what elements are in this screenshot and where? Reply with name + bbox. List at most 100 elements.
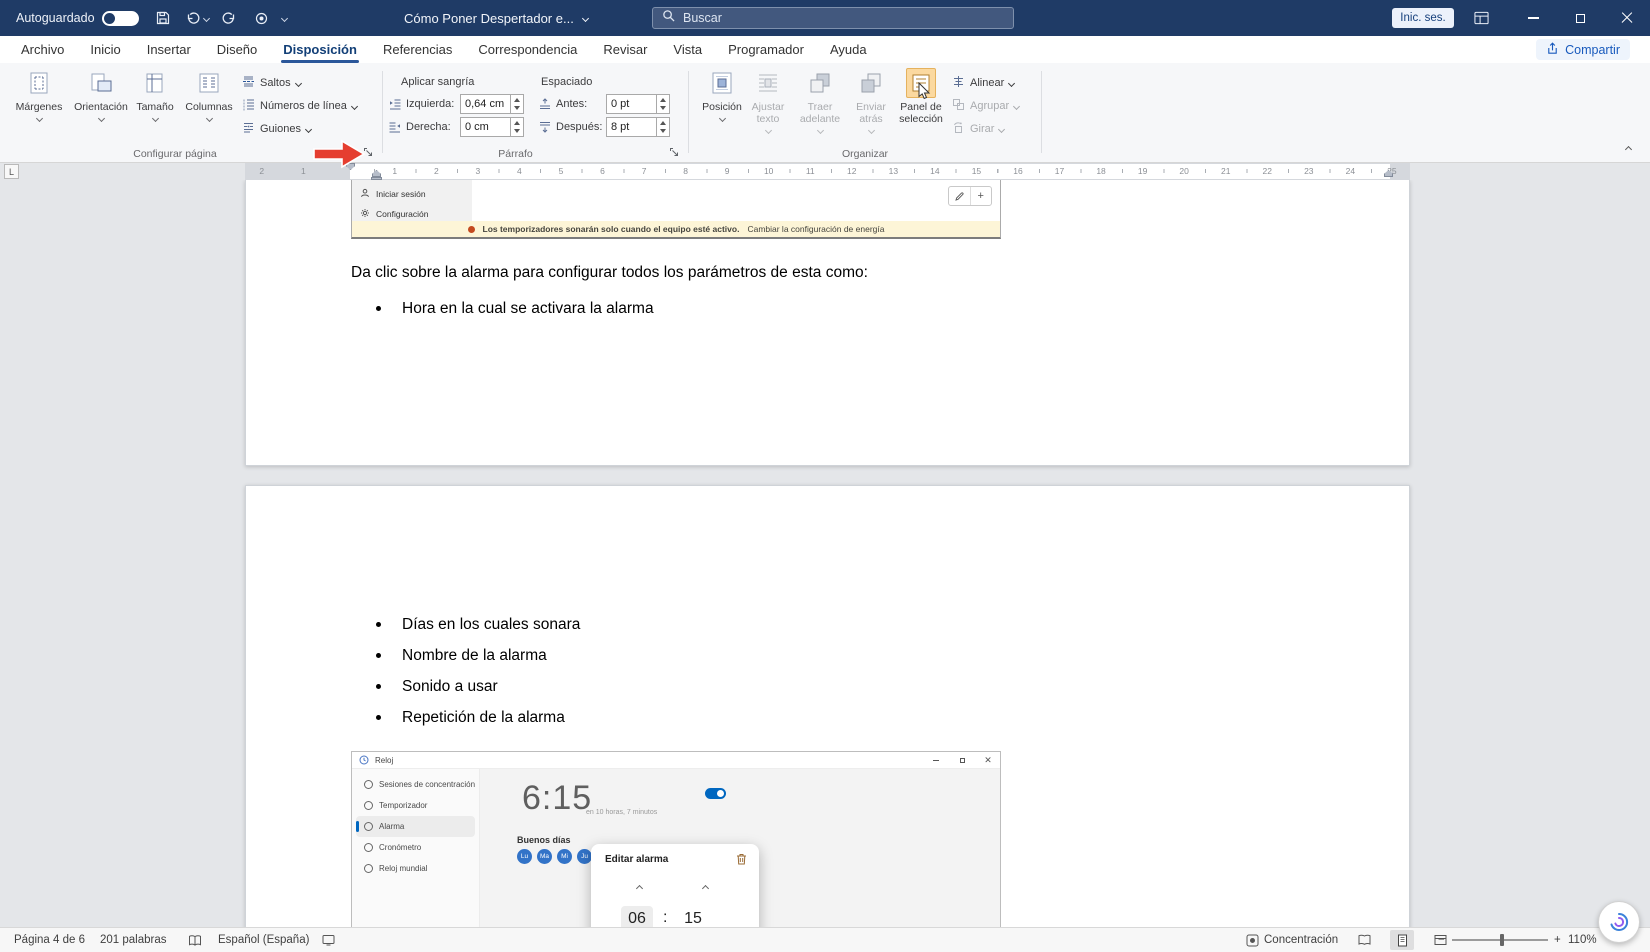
quick-access-icon[interactable] — [248, 0, 274, 36]
ribbon-tab[interactable]: Insertar — [134, 36, 204, 63]
bullet-icon — [376, 622, 381, 627]
group-divider — [1041, 71, 1042, 153]
person-icon — [360, 188, 370, 200]
clock-nav-item: Cronómetro — [356, 837, 475, 858]
columns-icon — [196, 67, 222, 99]
ribbon-display-options-icon[interactable] — [1463, 0, 1499, 36]
bullet-item: Nombre de la alarma — [246, 640, 1409, 671]
group-objects-icon — [952, 98, 965, 114]
embedded-screenshot-clock-app[interactable]: Reloj ✕ Sesiones de concentración Tempor… — [351, 751, 1001, 927]
indent-left-spinner[interactable] — [510, 95, 523, 113]
hyphenation-button[interactable]: Guiones — [242, 119, 313, 139]
indent-left-field: Izquierda: 0,64 cm — [389, 94, 524, 114]
print-layout-icon[interactable] — [1390, 930, 1414, 950]
wrap-text-icon — [755, 67, 781, 99]
zoom-out-button[interactable]: − — [1438, 928, 1445, 952]
zoom-in-button[interactable]: + — [1554, 928, 1561, 952]
screenshot-toolbar: + — [948, 186, 992, 206]
ribbon-tab[interactable]: Archivo — [8, 36, 77, 63]
paragraph-dialog-launcher[interactable] — [666, 145, 682, 160]
spacing-after-field: Después: 8 pt — [539, 117, 670, 137]
document-page-2[interactable]: Días en los cuales sonara Nombre de la a… — [245, 485, 1410, 927]
ribbon-tab[interactable]: Referencias — [370, 36, 465, 63]
proofing-icon[interactable] — [188, 928, 202, 952]
minimize-button[interactable] — [1515, 0, 1551, 36]
assistant-floating-button[interactable] — [1598, 901, 1640, 943]
zoom-slider-thumb[interactable] — [1500, 934, 1504, 946]
undo-dropdown-chevron[interactable] — [199, 0, 213, 36]
align-button[interactable]: Alinear — [952, 73, 1016, 93]
focus-mode-button[interactable]: Concentración — [1264, 928, 1338, 952]
maximize-button[interactable] — [1562, 0, 1598, 36]
spacing-before-input[interactable]: 0 pt — [606, 94, 670, 114]
line-numbers-button[interactable]: Números de línea — [242, 96, 358, 116]
columns-button[interactable]: Columnas — [180, 67, 238, 145]
line-numbers-icon — [242, 98, 255, 114]
ribbon-tab[interactable]: Correspondencia — [465, 36, 590, 63]
ruler-number: 11 — [805, 166, 815, 176]
spacing-before-spinner[interactable] — [656, 95, 669, 113]
orientation-button[interactable]: Orientación — [72, 67, 130, 145]
screenshot-settings-item: Configuración — [360, 206, 428, 222]
selection-pane-button[interactable]: Panel de selección — [892, 67, 950, 145]
share-button[interactable]: Compartir — [1536, 39, 1630, 60]
ribbon-tab[interactable]: Vista — [660, 36, 715, 63]
ribbon-tab[interactable]: Programador — [715, 36, 817, 63]
spacing-before-field: Antes: 0 pt — [539, 94, 670, 114]
zoom-percentage[interactable]: 110% — [1568, 928, 1597, 952]
hour-value: 06 — [621, 906, 653, 927]
share-icon — [1546, 41, 1559, 58]
embedded-screenshot-settings[interactable]: Iniciar sesión Configuración + Los tempo… — [351, 180, 1001, 239]
sign-in-button[interactable]: Inic. ses. — [1392, 8, 1454, 28]
group-label-page-setup: Configurar página — [133, 148, 217, 160]
redo-icon[interactable] — [216, 0, 242, 36]
document-title[interactable]: Cómo Poner Despertador e... — [404, 0, 589, 36]
toolbar-more-chevron[interactable] — [276, 0, 292, 36]
document-title-text: Cómo Poner Despertador e... — [404, 10, 574, 26]
margins-button[interactable]: Márgenes — [10, 67, 68, 145]
spacing-after-input[interactable]: 8 pt — [606, 117, 670, 137]
wrap-text-button[interactable]: Ajustar texto — [742, 67, 794, 145]
search-box[interactable] — [652, 7, 1014, 29]
ruler-number: 14 — [930, 166, 940, 176]
ribbon-tab[interactable]: Disposición — [270, 36, 370, 63]
bullet-icon — [376, 715, 381, 720]
read-mode-icon[interactable] — [1352, 930, 1376, 950]
ribbon-tab[interactable]: Revisar — [590, 36, 660, 63]
indent-right-input[interactable]: 0 cm — [460, 117, 524, 137]
ribbon-tab[interactable]: Diseño — [204, 36, 270, 63]
ribbon-tab[interactable]: Ayuda — [817, 36, 880, 63]
language-selector[interactable]: Español (España) — [218, 928, 309, 952]
indent-left-input[interactable]: 0,64 cm — [460, 94, 524, 114]
indent-right-spinner[interactable] — [510, 118, 523, 136]
spacing-after-spinner[interactable] — [656, 118, 669, 136]
word-count[interactable]: 201 palabras — [100, 928, 167, 952]
minute-up-chevron — [701, 884, 710, 893]
search-input[interactable] — [683, 11, 1004, 25]
nav-item-icon — [364, 843, 373, 852]
ruler-number: 20 — [1179, 166, 1189, 176]
bullet-item: Hora en la cual se activara la alarma — [246, 293, 1409, 324]
bring-forward-button[interactable]: Traer adelante — [794, 67, 846, 145]
ruler-number: 8 — [683, 166, 688, 176]
ruler-number: 7 — [641, 166, 647, 176]
ruler-number: 24 — [1345, 166, 1356, 176]
ruler-number: 2 — [259, 166, 265, 176]
macro-record-icon[interactable] — [322, 928, 335, 952]
page-indicator[interactable]: Página 4 de 6 — [14, 928, 85, 952]
document-page-1[interactable]: Iniciar sesión Configuración + Los tempo… — [245, 180, 1410, 466]
save-icon[interactable] — [150, 0, 176, 36]
send-backward-button[interactable]: Enviar atrás — [845, 67, 897, 145]
position-button[interactable]: Posición — [696, 67, 748, 145]
breaks-button[interactable]: Saltos — [242, 73, 302, 93]
ribbon-tab[interactable]: Inicio — [77, 36, 133, 63]
autosave-toggle[interactable] — [102, 11, 139, 26]
indent-right-icon — [389, 121, 402, 133]
rotate-button[interactable]: Girar — [952, 119, 1006, 139]
bullet-list: Días en los cuales sonara Nombre de la a… — [246, 609, 1409, 733]
clock-titlebar: Reloj ✕ — [352, 752, 1000, 769]
size-button[interactable]: Tamaño — [126, 67, 184, 145]
close-button[interactable] — [1604, 0, 1650, 36]
document-canvas[interactable]: Iniciar sesión Configuración + Los tempo… — [0, 180, 1650, 927]
group-button[interactable]: Agrupar — [952, 96, 1021, 116]
